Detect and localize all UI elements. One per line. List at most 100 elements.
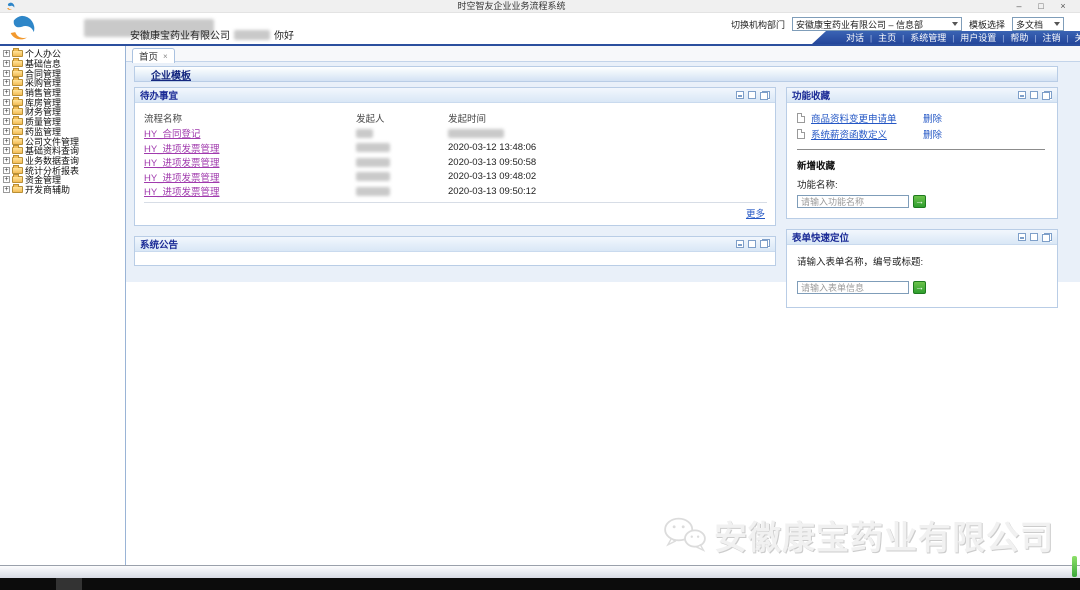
maximize-button[interactable]: □ [1030, 0, 1052, 13]
workflow-link[interactable]: HY_进项发票管理 [144, 144, 219, 155]
document-icon [797, 113, 805, 123]
nav-chat[interactable]: 对话 [846, 31, 864, 44]
minimize-button[interactable]: – [1008, 0, 1030, 13]
function-name-label: 功能名称: [797, 177, 1047, 191]
sidebar-tree: +个人办公 +基础信息 +合同管理 +采购管理 +销售管理 +库房管理 +财务管… [0, 46, 126, 565]
panel-popout-icon[interactable] [760, 91, 770, 100]
nav-user-settings[interactable]: 用户设置 [946, 31, 996, 44]
function-name-input[interactable] [797, 195, 909, 208]
tree-expand-icon[interactable]: + [3, 147, 10, 154]
panel-maximize-icon[interactable] [748, 240, 756, 248]
delete-link[interactable]: 删除 [923, 111, 942, 125]
panel-collapse-icon[interactable] [1018, 91, 1026, 99]
window-titlebar: 时空智友企业业务流程系统 – □ × [0, 0, 1080, 13]
col-start-time: 发起时间 [448, 111, 767, 125]
folder-icon [12, 128, 23, 135]
folder-icon [12, 157, 23, 164]
redacted-start-time [448, 129, 504, 138]
folder-icon [12, 186, 23, 193]
redacted-initiator [356, 158, 390, 167]
panel-maximize-icon[interactable] [1030, 233, 1038, 241]
workflow-link[interactable]: HY_合同登记 [144, 129, 200, 140]
tab-close-icon[interactable]: × [163, 52, 168, 61]
tree-expand-icon[interactable]: + [3, 128, 10, 135]
panel-popout-icon[interactable] [1042, 233, 1052, 242]
todo-panel-header: 待办事宜 [135, 88, 775, 103]
col-process-name: 流程名称 [144, 111, 356, 125]
workflow-link[interactable]: HY_进项发票管理 [144, 173, 219, 184]
close-button[interactable]: × [1052, 0, 1074, 13]
tree-expand-icon[interactable]: + [3, 99, 10, 106]
panel-popout-icon[interactable] [760, 239, 770, 248]
workflow-link[interactable]: HY_进项发票管理 [144, 158, 219, 169]
watermark: 安徽康宝药业有限公司 [662, 511, 1054, 559]
panel-maximize-icon[interactable] [748, 91, 756, 99]
tree-expand-icon[interactable]: + [3, 60, 10, 67]
template-select-label: 模板选择 [969, 18, 1005, 31]
panel-collapse-icon[interactable] [736, 240, 744, 248]
tree-expand-icon[interactable]: + [3, 79, 10, 86]
greeting-company: 安徽康宝药业有限公司 [130, 27, 230, 42]
panel-collapse-icon[interactable] [736, 91, 744, 99]
tree-expand-icon[interactable]: + [3, 186, 10, 193]
sidebar-item-developer-assist[interactable]: +开发商辅助 [0, 185, 125, 195]
form-locate-panel: 表单快速定位 请输入表单名称，编号或标题: → [786, 229, 1058, 308]
watermark-text: 安徽康宝药业有限公司 [714, 511, 1054, 559]
top-controls: 切换机构部门 安徽康宝药业有限公司 – 信息部 模板选择 多文档 [731, 17, 1064, 31]
tab-home-label: 首页 [139, 49, 158, 63]
tree-expand-icon[interactable]: + [3, 89, 10, 96]
page-title-bar: 企业模板 [134, 66, 1058, 82]
template-select[interactable]: 多文档 [1012, 17, 1064, 31]
panel-collapse-icon[interactable] [1018, 233, 1026, 241]
more-link[interactable]: 更多 [746, 209, 765, 220]
table-row: HY_进项发票管理 2020-03-13 09:48:02 [144, 170, 767, 185]
notice-panel-header: 系统公告 [135, 237, 775, 252]
tree-expand-icon[interactable]: + [3, 176, 10, 183]
redacted-initiator [356, 129, 373, 138]
delete-link[interactable]: 删除 [923, 127, 942, 141]
start-time: 2020-03-13 09:50:58 [448, 157, 767, 168]
folder-icon [12, 138, 23, 145]
tree-expand-icon[interactable]: + [3, 167, 10, 174]
redacted-username [234, 30, 270, 40]
nav-close[interactable]: 关闭 [1060, 31, 1080, 44]
greeting-suffix: 你好 [274, 27, 294, 42]
form-locate-input[interactable] [797, 281, 909, 294]
taskbar-item[interactable] [56, 578, 82, 590]
divider [797, 149, 1045, 150]
tree-expand-icon[interactable]: + [3, 70, 10, 77]
wechat-icon [662, 515, 708, 556]
tab-home[interactable]: 首页 × [132, 48, 175, 63]
form-locate-panel-title: 表单快速定位 [792, 230, 1014, 244]
tree-expand-icon[interactable]: + [3, 50, 10, 57]
todo-table-header: 流程名称 发起人 发起时间 [144, 111, 767, 124]
tree-expand-icon[interactable]: + [3, 118, 10, 125]
dashboard: 企业模板 待办事宜 流程名称 [126, 62, 1080, 282]
tree-expand-icon[interactable]: + [3, 138, 10, 145]
tree-expand-icon[interactable]: + [3, 157, 10, 164]
document-icon [797, 129, 805, 139]
page-title: 企业模板 [151, 67, 191, 82]
nav-system-admin[interactable]: 系统管理 [896, 31, 946, 44]
todo-table: 流程名称 发起人 发起时间 HY_合同登记 HY_进项发票管理 [135, 103, 775, 225]
tree-expand-icon[interactable]: + [3, 108, 10, 115]
submit-arrow-button[interactable]: → [913, 281, 926, 294]
folder-icon [12, 108, 23, 115]
panel-popout-icon[interactable] [1042, 91, 1052, 100]
notice-panel-body [135, 252, 775, 265]
panel-maximize-icon[interactable] [1030, 91, 1038, 99]
favorite-link[interactable]: 商品资料变更申请单 [811, 114, 897, 125]
workflow-link[interactable]: HY_进项发票管理 [144, 187, 219, 198]
nav-help[interactable]: 帮助 [996, 31, 1028, 44]
tab-bar: 首页 × [126, 46, 1080, 62]
favorites-panel-header: 功能收藏 [787, 88, 1057, 103]
scrollbar-thumb[interactable] [1072, 556, 1077, 577]
org-select[interactable]: 安徽康宝药业有限公司 – 信息部 [792, 17, 962, 31]
nav-logout[interactable]: 注销 [1028, 31, 1060, 44]
submit-arrow-button[interactable]: → [913, 195, 926, 208]
redacted-initiator [356, 187, 390, 196]
folder-icon [12, 118, 23, 125]
favorite-link[interactable]: 系统薪资函数定义 [811, 130, 887, 141]
folder-icon [12, 89, 23, 96]
nav-home[interactable]: 主页 [864, 31, 896, 44]
